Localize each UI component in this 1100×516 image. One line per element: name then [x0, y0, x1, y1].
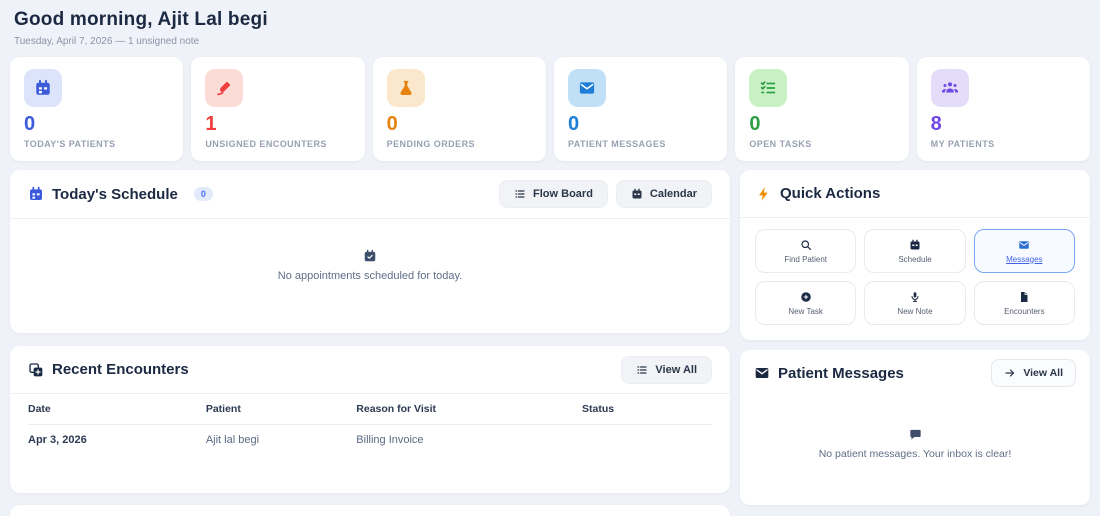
stat-card-patient-messages[interactable]: 0 PATIENT MESSAGES [553, 57, 728, 161]
find-patient-button[interactable]: Find Patient [755, 229, 857, 273]
partial-card-bottom [10, 505, 730, 516]
new-task-label: New Task [788, 306, 823, 316]
messages-empty-message: No patient messages. Your inbox is clear… [818, 448, 1012, 460]
messages-button[interactable]: Messages [973, 229, 1075, 273]
stat-label: PATIENT MESSAGES [567, 139, 666, 149]
list-icon [514, 188, 526, 200]
column-header-status: Status [582, 403, 615, 415]
copy-plus-icon [28, 362, 44, 378]
messages-label: Messages [1006, 254, 1043, 264]
calendar-icon [24, 69, 62, 107]
recent-encounters-title: Recent Encounters [52, 361, 189, 378]
patient-messages-header: Patient Messages View All [740, 350, 1090, 396]
todays-schedule-panel: Today's Schedule 0 Flow Board Calendar N… [10, 170, 730, 333]
schedule-title-group: Today's Schedule 0 [28, 186, 213, 203]
calendar-icon [631, 188, 643, 200]
users-icon [930, 69, 969, 107]
stat-card-pending-orders[interactable]: 0 PENDING ORDERS [372, 57, 546, 161]
calendar-icon [909, 239, 921, 251]
signature-icon [205, 69, 244, 107]
quick-actions-title: Quick Actions [780, 185, 881, 202]
stats-row: 0 TODAY'S PATIENTS 1 UNSIGNED ENCOUNTERS… [10, 57, 1090, 161]
stat-value: 0 [567, 113, 580, 135]
encounters-label: Encounters [1004, 306, 1045, 316]
column-header-date: Date [28, 403, 51, 415]
stat-value: 1 [205, 113, 217, 135]
find-patient-label: Find Patient [784, 254, 828, 264]
calendar-view-label: Calendar [649, 188, 697, 200]
stat-label: UNSIGNED ENCOUNTERS [205, 139, 327, 149]
column-header-reason: Reason for Visit [356, 403, 437, 415]
patient-messages-title-group: Patient Messages [754, 365, 904, 382]
calendar-icon [28, 186, 44, 202]
calendar-view-button[interactable]: Calendar [615, 180, 712, 208]
stat-card-todays-patients[interactable]: 0 TODAY'S PATIENTS [10, 57, 184, 161]
view-all-encounters-label: View All [655, 363, 697, 376]
encounter-date: Apr 3, 2026 [28, 434, 87, 446]
recent-encounters-header: Recent Encounters View All [10, 346, 730, 394]
stat-label: TODAY'S PATIENTS [24, 139, 116, 149]
stat-label: OPEN TASKS [749, 139, 812, 149]
encounter-reason: Billing Invoice [356, 434, 424, 446]
stat-label: MY PATIENTS [930, 139, 995, 149]
encounters-table-header: Date Patient Reason for Visit Status [28, 394, 712, 425]
flask-icon [386, 69, 425, 107]
encounter-status [582, 431, 712, 449]
stat-card-my-patients[interactable]: 8 MY PATIENTS [916, 57, 1090, 161]
schedule-panel-header: Today's Schedule 0 Flow Board Calendar [10, 170, 730, 219]
quick-actions-title-group: Quick Actions [756, 185, 880, 202]
stat-label: PENDING ORDERS [386, 139, 475, 149]
calendar-check-icon [363, 249, 377, 263]
stat-value: 0 [386, 113, 398, 135]
patient-messages-title: Patient Messages [778, 364, 904, 382]
stat-card-unsigned-encounters[interactable]: 1 UNSIGNED ENCOUNTERS [191, 57, 365, 161]
page-title: Good morning, Ajit Lal begi [14, 9, 268, 30]
stat-card-open-tasks[interactable]: 0 OPEN TASKS [735, 57, 909, 161]
stat-value: 0 [749, 113, 761, 135]
microphone-icon [909, 291, 921, 303]
envelope-icon [754, 365, 770, 381]
encounters-button[interactable]: Encounters [973, 281, 1075, 325]
arrow-right-icon [1004, 367, 1016, 379]
schedule-title: Today's Schedule [52, 185, 178, 203]
search-icon [800, 239, 812, 251]
lightning-bolt-icon [756, 186, 772, 202]
schedule-count-badge: 0 [193, 187, 213, 201]
envelope-icon [1018, 239, 1030, 251]
new-note-label: New Note [897, 306, 933, 316]
encounters-table: Date Patient Reason for Visit Status Apr… [10, 394, 730, 455]
patient-messages-panel: Patient Messages View All No patient mes… [740, 350, 1090, 505]
stat-value: 0 [24, 113, 36, 135]
plus-circle-icon [800, 291, 812, 303]
flow-board-label: Flow Board [533, 188, 593, 200]
view-all-encounters-button[interactable]: View All [621, 355, 712, 384]
quick-actions-grid: Find Patient Schedule Messages New Task … [740, 218, 1090, 336]
schedule-empty-state: No appointments scheduled for today. [10, 219, 730, 282]
schedule-button[interactable]: Schedule [864, 229, 966, 273]
view-all-messages-label: View All [1023, 367, 1063, 379]
document-icon [1018, 291, 1030, 303]
column-header-patient: Patient [205, 403, 241, 415]
new-task-button[interactable]: New Task [755, 281, 857, 325]
page-header: Good morning, Ajit Lal begi Tuesday, Apr… [14, 9, 268, 47]
new-note-button[interactable]: New Note [864, 281, 966, 325]
view-all-messages-button[interactable]: View All [991, 359, 1076, 387]
quick-actions-header: Quick Actions [740, 170, 1090, 218]
messages-empty-state: No patient messages. Your inbox is clear… [740, 396, 1090, 460]
recent-encounters-panel: Recent Encounters View All Date Patient … [10, 346, 730, 493]
table-row[interactable]: Apr 3, 2026 Ajit lal begi Billing Invoic… [28, 425, 712, 455]
recent-encounters-title-group: Recent Encounters [28, 361, 189, 378]
checklist-icon [749, 69, 788, 107]
chat-bubble-icon [909, 428, 922, 441]
list-icon [636, 364, 648, 376]
schedule-empty-message: No appointments scheduled for today. [277, 270, 463, 282]
quick-actions-panel: Quick Actions Find Patient Schedule Mess… [740, 170, 1090, 340]
schedule-label: Schedule [898, 254, 932, 264]
page-subtitle: Tuesday, April 7, 2026 — 1 unsigned note [14, 36, 200, 47]
stat-value: 8 [930, 113, 942, 135]
flow-board-button[interactable]: Flow Board [499, 180, 608, 208]
encounter-patient: Ajit lal begi [205, 434, 260, 446]
envelope-icon [567, 69, 606, 107]
